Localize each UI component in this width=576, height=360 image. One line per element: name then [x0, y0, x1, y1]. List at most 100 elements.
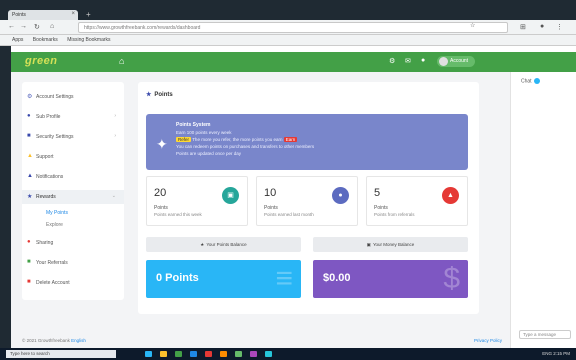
sidebar-item-sharing[interactable]: ● Sharing	[22, 236, 124, 250]
system-tray: ENG 2:15 PM	[542, 351, 570, 356]
bookmark-item[interactable]: Bookmarks	[33, 37, 58, 43]
notifications-icon[interactable]: ●	[421, 57, 425, 64]
settings-icon[interactable]: ⚙	[389, 57, 395, 65]
wallet-icon: ▣	[366, 242, 371, 247]
chevron-right-icon: ›	[114, 133, 116, 139]
footer-copyright: © 2021 Growthfreebank English	[22, 338, 86, 343]
privacy-link[interactable]: Privacy Policy	[474, 338, 502, 343]
logo[interactable]: green	[25, 55, 57, 67]
copyright-text: © 2021 Growthfreebank	[22, 338, 70, 343]
app-header: green ⌂ ⚙ ✉ ● Account	[11, 52, 576, 72]
sidebar-item-rewards[interactable]: ★ Rewards ⌄	[22, 190, 124, 204]
chat-title: Chat	[521, 78, 540, 84]
stat-number: 5	[374, 187, 381, 199]
points-total: 0 Points	[156, 272, 199, 284]
page-viewport: green ⌂ ⚙ ✉ ● Account ⚙ Account Settings…	[11, 46, 576, 348]
money-total-card: $0.00 $	[313, 260, 468, 298]
taskbar-search[interactable]: Type here to search	[6, 350, 116, 358]
messages-icon[interactable]: ✉	[405, 57, 411, 65]
office-icon[interactable]	[220, 351, 227, 357]
sidebar-subitem-explore[interactable]: Explore	[46, 222, 63, 228]
share-icon: ●	[27, 239, 31, 245]
banner-highlight-red: Earn	[283, 137, 298, 142]
bookmark-star-icon[interactable]: ☆	[470, 22, 475, 29]
page-title-text: Points	[154, 92, 173, 98]
stat-desc: Points earned last month	[264, 212, 314, 217]
browser-toolbar: ← → ↻ ⌂ https://www.growthfreebank.com/r…	[0, 20, 576, 35]
thumbs-up-icon: ▲	[442, 187, 459, 204]
sidebar-item-notifications[interactable]: ▲ Notifications	[22, 170, 124, 184]
user-menu[interactable]: Account	[437, 56, 475, 67]
sidebar-item-label: Your Referrals	[36, 260, 68, 266]
points-balance-button[interactable]: ★ Your Points Balance	[146, 237, 301, 252]
sidebar: ⚙ Account Settings ● Sub Profile › ■ Sec…	[22, 82, 124, 300]
language-link[interactable]: English	[71, 338, 86, 343]
store-icon[interactable]	[190, 351, 197, 357]
stat-card-month: 10 Points Points earned last month ●	[256, 176, 358, 226]
extensions-icon[interactable]: ⊞	[520, 23, 526, 31]
coins-icon: ≡	[275, 262, 293, 295]
gift-icon: ✦	[156, 136, 168, 152]
banner-highlight-yellow: Refer	[176, 137, 192, 142]
home-browser-icon[interactable]: ⌂	[50, 23, 54, 30]
online-dot-icon	[533, 78, 540, 84]
sidebar-item-label: Notifications	[36, 174, 64, 180]
browser-tab[interactable]: Points ×	[8, 10, 78, 20]
main-panel: ★ Points ✦ Points System Earn 100 points …	[138, 82, 479, 314]
stat-card-week: 20 Points Points earned this week ▣	[146, 176, 248, 226]
chat-input[interactable]: Type a message	[519, 330, 571, 339]
app-icon[interactable]	[250, 351, 257, 357]
close-tab-icon[interactable]: ×	[71, 11, 75, 17]
stat-number: 10	[264, 187, 277, 199]
content-area: ⚙ Account Settings ● Sub Profile › ■ Sec…	[11, 72, 510, 334]
edge-icon[interactable]	[175, 351, 182, 357]
bookmarks-bar: Apps Bookmarks Missing Bookmarks	[0, 35, 576, 46]
stat-desc: Points from referrals	[374, 212, 415, 217]
stat-label: Points	[374, 205, 388, 211]
page-footer: © 2021 Growthfreebank English Privacy Po…	[11, 334, 510, 348]
dollar-icon: $	[443, 262, 460, 295]
taskview-icon[interactable]	[145, 351, 152, 357]
stat-number: 20	[154, 187, 167, 199]
chrome-icon[interactable]	[235, 351, 242, 357]
banner-line: Earn 100 points every week	[176, 130, 232, 135]
money-balance-button[interactable]: ▣ Your Money Balance	[313, 237, 468, 252]
address-bar[interactable]: https://www.growthfreebank.com/rewards/d…	[78, 22, 508, 33]
people-icon: ■	[27, 259, 31, 265]
home-icon[interactable]: ⌂	[119, 56, 124, 66]
bookmark-item[interactable]: Apps	[12, 37, 23, 43]
bookmark-item[interactable]: Missing Bookmarks	[67, 37, 110, 43]
forward-icon[interactable]: →	[20, 23, 27, 30]
page-title: ★ Points	[146, 91, 173, 98]
sidebar-item-sub-profile[interactable]: ● Sub Profile ›	[22, 110, 124, 124]
money-total: $0.00	[323, 272, 351, 284]
profile-icon[interactable]: ●	[540, 23, 544, 30]
app-icon[interactable]	[265, 351, 272, 357]
points-balance-button-label: Your Points Balance	[206, 242, 247, 247]
sidebar-subitem-my-points[interactable]: My Points	[46, 210, 68, 216]
file-explorer-icon[interactable]	[160, 351, 167, 357]
banner-line-text: The more you refer, the more points you …	[192, 137, 283, 142]
new-tab-icon[interactable]: +	[86, 10, 91, 19]
sidebar-item-label: Account Settings	[36, 94, 74, 100]
browser-menu-icon[interactable]: ⋮	[556, 23, 563, 31]
reload-icon[interactable]: ↻	[34, 23, 40, 31]
banner-title: Points System	[176, 122, 211, 128]
avatar	[439, 57, 448, 66]
sidebar-item-label: Security Settings	[36, 134, 74, 140]
stat-desc: Points earned this week	[154, 212, 202, 217]
sidebar-item-support[interactable]: ▲ Support	[22, 150, 124, 164]
back-icon[interactable]: ←	[8, 23, 15, 30]
chevron-down-icon: ⌄	[111, 193, 116, 199]
sidebar-item-referrals[interactable]: ■ Your Referrals	[22, 256, 124, 270]
sidebar-item-label: Support	[36, 154, 54, 160]
mail-icon[interactable]	[205, 351, 212, 357]
sidebar-item-delete-account[interactable]: ■ Delete Account	[22, 276, 124, 290]
points-icon: ★	[146, 92, 152, 98]
delete-icon: ■	[27, 279, 31, 285]
sidebar-item-label: Sharing	[36, 240, 54, 246]
chevron-right-icon: ›	[114, 113, 116, 119]
sidebar-item-account-settings[interactable]: ⚙ Account Settings	[22, 90, 124, 104]
right-panel: Chat Type a message	[510, 72, 576, 348]
sidebar-item-security[interactable]: ■ Security Settings ›	[22, 130, 124, 144]
